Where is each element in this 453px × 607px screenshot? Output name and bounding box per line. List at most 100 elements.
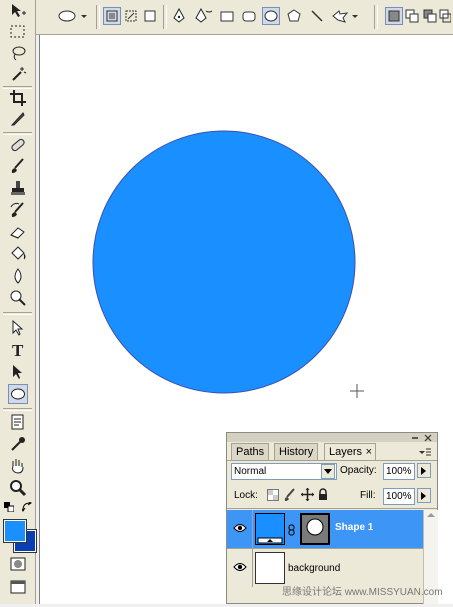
zoom-tool[interactable] xyxy=(8,478,28,498)
screen-mode-button[interactable] xyxy=(8,577,28,597)
eyedropper-tool[interactable] xyxy=(8,434,28,454)
link-icon[interactable] xyxy=(288,524,296,539)
marquee-tool[interactable] xyxy=(8,22,28,42)
clone-stamp-tool[interactable] xyxy=(8,178,28,198)
lock-transparent-button[interactable] xyxy=(267,489,279,504)
line-button[interactable] xyxy=(308,7,326,25)
polygon-button[interactable] xyxy=(285,7,303,25)
layer-name[interactable]: background xyxy=(288,563,340,574)
visibility-eye-icon[interactable] xyxy=(233,561,247,573)
paths-icon xyxy=(125,10,137,22)
healing-brush-tool[interactable] xyxy=(8,135,28,155)
vector-mask-thumbnail[interactable] xyxy=(300,513,330,545)
shape-layers-icon xyxy=(106,10,118,22)
pen-icon xyxy=(173,8,185,23)
fill-pixels-button[interactable] xyxy=(141,7,159,25)
path-selection-tool[interactable] xyxy=(8,318,28,338)
crop-tool[interactable] xyxy=(8,88,28,108)
lasso-icon xyxy=(12,46,26,61)
selection-tool[interactable] xyxy=(8,362,28,382)
eraser-icon xyxy=(10,227,25,239)
background-thumbnail[interactable] xyxy=(255,552,285,584)
magic-wand-icon xyxy=(12,67,27,81)
notes-tool[interactable] xyxy=(8,412,28,432)
custom-shape-button[interactable] xyxy=(330,7,360,25)
opacity-value: 100% xyxy=(386,466,412,477)
lasso-tool[interactable] xyxy=(8,43,28,63)
checker-icon xyxy=(267,489,279,501)
ellipse-shape xyxy=(92,130,356,394)
opacity-input[interactable]: 100% xyxy=(383,463,415,480)
options-bar xyxy=(0,0,453,35)
eyedropper-icon xyxy=(11,437,25,451)
visibility-eye-icon[interactable] xyxy=(233,522,247,534)
panel-title-bar[interactable] xyxy=(227,433,437,442)
subtract-shape-area-button[interactable] xyxy=(421,7,439,25)
shape-layers-button[interactable] xyxy=(103,7,121,25)
quick-mask-mode-button[interactable] xyxy=(8,554,28,574)
blend-mode-dropdown-button[interactable] xyxy=(321,464,335,479)
freeform-pen-icon xyxy=(195,8,213,23)
freeform-pen-button[interactable] xyxy=(195,7,213,25)
arrow-icon xyxy=(13,365,22,379)
zoom-icon xyxy=(10,480,27,497)
ellipse-icon xyxy=(58,10,87,22)
tool-preset-picker[interactable] xyxy=(55,7,89,25)
dodge-tool[interactable] xyxy=(8,288,28,308)
eraser-tool[interactable] xyxy=(8,222,28,242)
hand-tool[interactable] xyxy=(8,456,28,476)
panel-menu-button[interactable] xyxy=(418,447,432,460)
history-brush-tool[interactable] xyxy=(8,200,28,220)
blur-tool[interactable] xyxy=(8,266,28,286)
subtract-icon xyxy=(423,9,437,23)
pen-tool-button[interactable] xyxy=(170,7,188,25)
toolbox: T xyxy=(0,0,37,604)
move-tool[interactable] xyxy=(8,1,28,21)
brush-tool[interactable] xyxy=(8,156,28,176)
ellipse-tool-icon xyxy=(11,388,25,400)
lock-all-button[interactable] xyxy=(318,488,328,504)
default-colors-icon xyxy=(4,502,15,513)
paths-button[interactable] xyxy=(122,7,140,25)
brush-lock-icon xyxy=(284,488,295,501)
default-colors-button[interactable] xyxy=(4,502,15,513)
svg-text:T: T xyxy=(12,341,24,359)
stamp-icon xyxy=(11,181,25,195)
tab-layers[interactable]: Layers × xyxy=(324,443,376,461)
layer-fill-thumbnail[interactable] xyxy=(255,513,285,545)
intersect-shape-area-button[interactable] xyxy=(439,7,451,25)
fill-slider-button[interactable] xyxy=(417,488,431,503)
bandage-icon xyxy=(11,138,25,152)
magic-wand-tool[interactable] xyxy=(8,64,28,84)
move-lock-icon xyxy=(301,488,314,501)
ellipse-shape-button[interactable] xyxy=(262,7,280,25)
ellipse-shape-icon xyxy=(264,10,278,22)
lock-position-button[interactable] xyxy=(301,488,314,504)
opacity-slider-button[interactable] xyxy=(417,463,431,478)
tab-history[interactable]: History xyxy=(274,443,319,460)
swap-colors-button[interactable] xyxy=(20,500,32,512)
slice-tool[interactable] xyxy=(8,109,28,129)
ellipse-tool[interactable] xyxy=(8,384,28,404)
lock-pixels-button[interactable] xyxy=(284,488,296,504)
opacity-label: Opacity: xyxy=(340,465,377,476)
paint-bucket-tool[interactable] xyxy=(8,244,28,264)
rectangle-button[interactable] xyxy=(218,7,236,25)
layer-name[interactable]: Shape 1 xyxy=(335,522,373,533)
layer-row-shape-1[interactable]: Shape 1 xyxy=(227,510,437,548)
add-shape-area-button[interactable] xyxy=(403,7,421,25)
fill-input[interactable]: 100% xyxy=(383,488,415,505)
layer-row-background[interactable]: background xyxy=(227,549,437,587)
tab-paths[interactable]: Paths xyxy=(231,443,270,460)
type-icon: T xyxy=(12,341,24,359)
close-tab-icon[interactable]: × xyxy=(366,444,372,460)
notes-icon xyxy=(11,414,24,430)
type-tool[interactable]: T xyxy=(8,340,28,360)
foreground-color-swatch[interactable] xyxy=(3,519,27,543)
slice-icon xyxy=(10,112,25,126)
scroll-up-icon xyxy=(427,513,435,517)
new-layer-icon xyxy=(388,10,400,22)
new-layer-mode-button[interactable] xyxy=(385,7,403,25)
rounded-rectangle-button[interactable] xyxy=(240,7,258,25)
fill-value: 100% xyxy=(386,491,412,502)
